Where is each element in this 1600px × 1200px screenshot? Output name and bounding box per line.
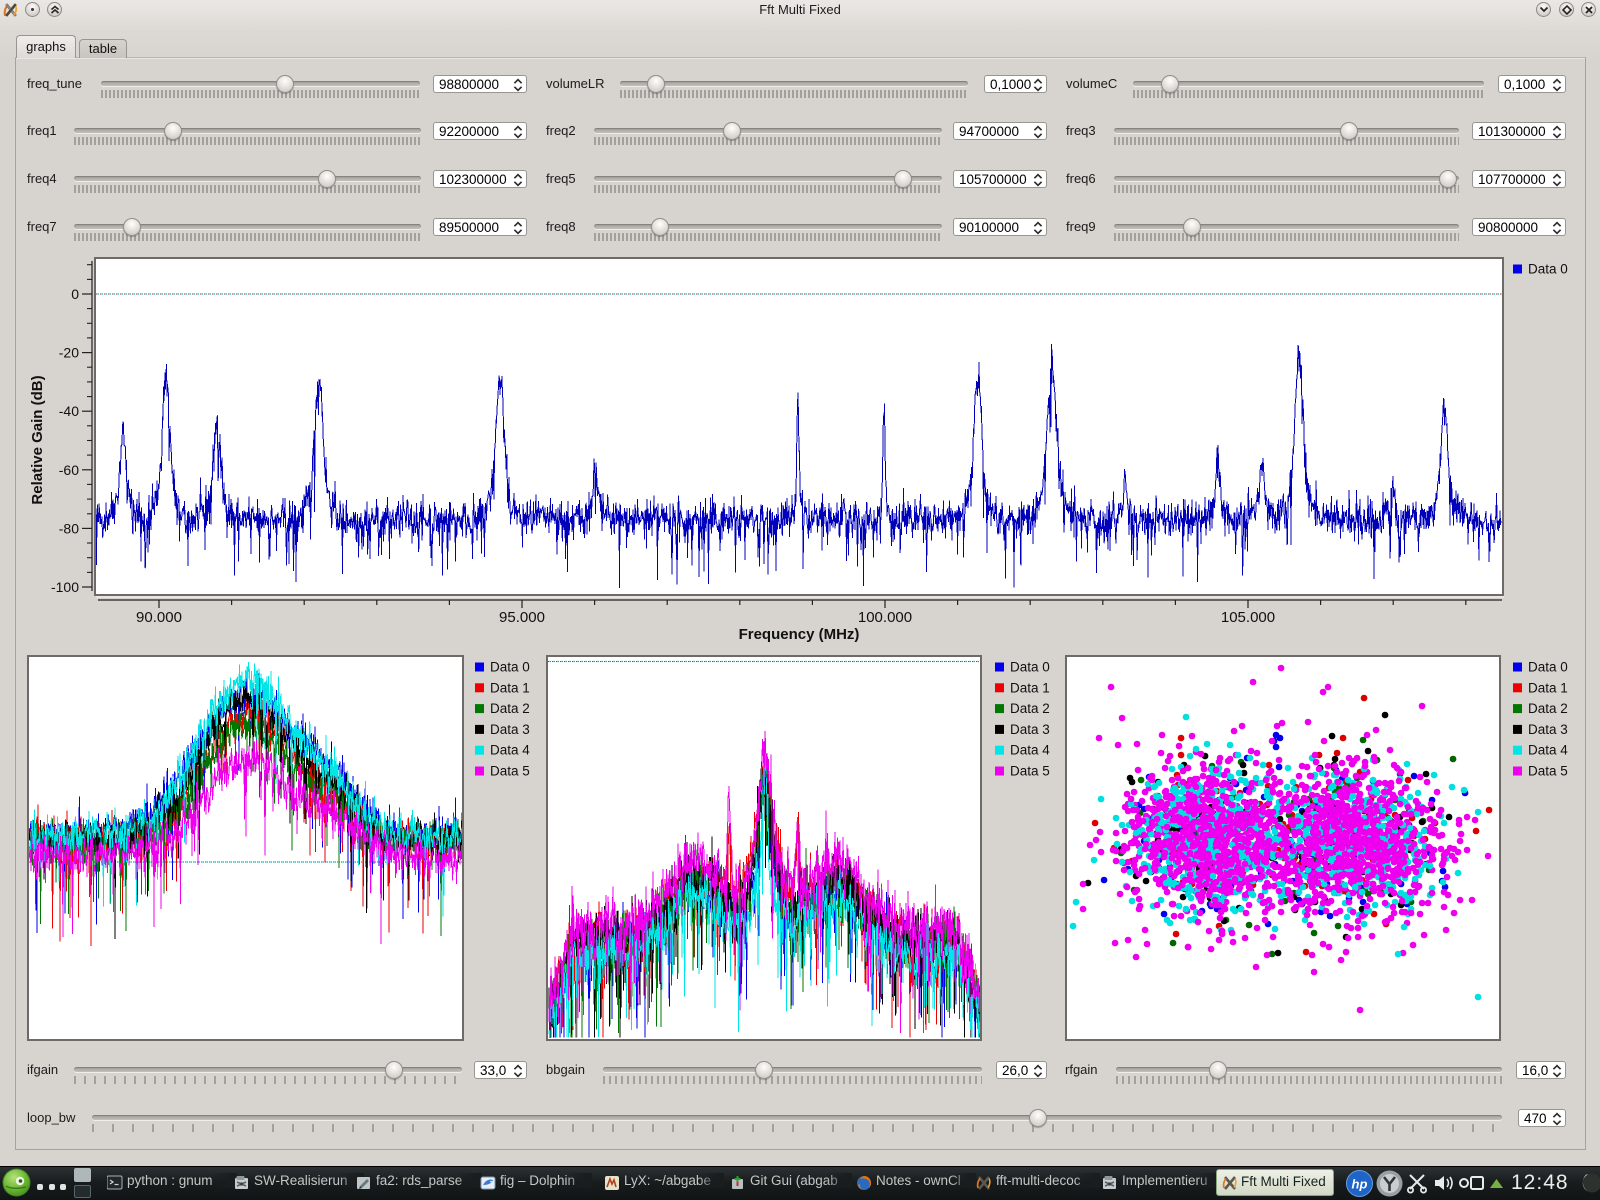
svg-text:Data 5: Data 5 <box>1010 764 1050 779</box>
svg-text:Data 0: Data 0 <box>490 660 530 675</box>
svg-text:Data 3: Data 3 <box>490 722 530 737</box>
svg-text:Data 0: Data 0 <box>1010 660 1050 675</box>
svg-text:Data 2: Data 2 <box>1010 701 1050 716</box>
svg-text:hp: hp <box>1352 1177 1368 1192</box>
svg-text:Data 3: Data 3 <box>1528 722 1568 737</box>
svg-text:Data 4: Data 4 <box>490 743 530 758</box>
svg-text:Data 1: Data 1 <box>1010 680 1050 695</box>
svg-text:Data 4: Data 4 <box>1528 743 1568 758</box>
svg-text:Data 5: Data 5 <box>1528 764 1568 779</box>
svg-text:Data 2: Data 2 <box>490 701 530 716</box>
svg-text:Data 3: Data 3 <box>1010 722 1050 737</box>
svg-text:Data 0: Data 0 <box>1528 660 1568 675</box>
svg-text:Data 4: Data 4 <box>1010 743 1050 758</box>
svg-text:Data 5: Data 5 <box>490 764 530 779</box>
svg-text:Data 1: Data 1 <box>490 680 530 695</box>
svg-text:Data 2: Data 2 <box>1528 701 1568 716</box>
svg-text:Data 1: Data 1 <box>1528 680 1568 695</box>
